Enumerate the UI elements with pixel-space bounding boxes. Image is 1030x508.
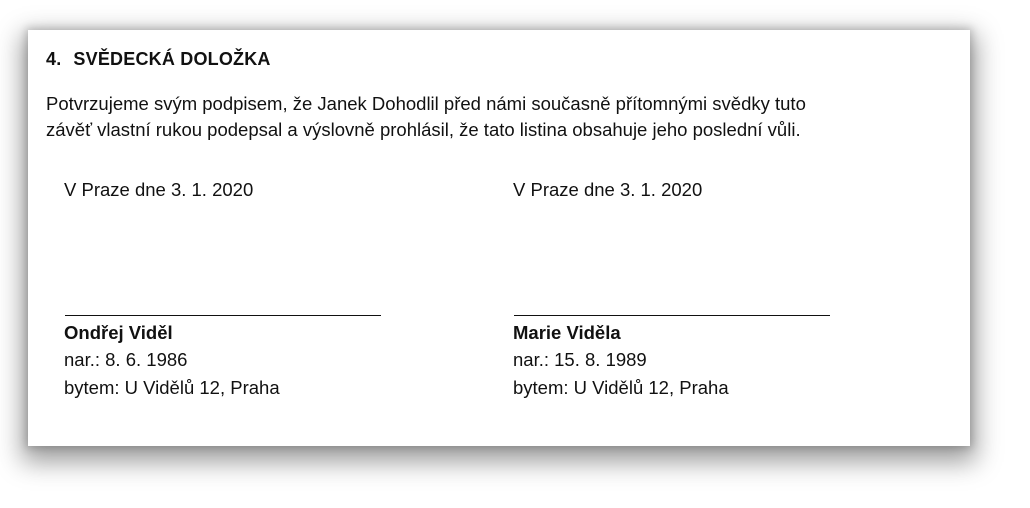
section-title: SVĚDECKÁ DOLOŽKA: [73, 49, 271, 69]
witness-birth-date: nar.: 15. 8. 1989: [513, 349, 647, 370]
witness-name: Ondřej Viděl: [64, 322, 173, 343]
clause-paragraph: Potvrzujeme svým podpisem, že Janek Doho…: [46, 91, 956, 143]
paragraph-line: závěť vlastní rukou podepsal a výslovně …: [46, 119, 801, 140]
place-date: V Praze dne 3. 1. 2020: [513, 179, 703, 200]
signature-line: [514, 315, 830, 316]
witness-block-1: V Praze dne 3. 1. 2020 Ondřej Viděl nar.…: [64, 177, 394, 398]
witness-birth-date: nar.: 8. 6. 1986: [64, 349, 188, 370]
witness-name: Marie Viděla: [513, 322, 621, 343]
section-heading: 4. SVĚDECKÁ DOLOŽKA: [46, 49, 271, 70]
place-date: V Praze dne 3. 1. 2020: [64, 179, 254, 200]
signature-line: [65, 315, 381, 316]
section-number: 4.: [46, 49, 62, 69]
witness-block-2: V Praze dne 3. 1. 2020 Marie Viděla nar.…: [513, 177, 843, 398]
document-page: 4. SVĚDECKÁ DOLOŽKA Potvrzujeme svým podp…: [28, 30, 970, 446]
witness-address: bytem: U Vidělů 12, Praha: [64, 377, 280, 398]
witness-address: bytem: U Vidělů 12, Praha: [513, 377, 729, 398]
paragraph-line: Potvrzujeme svým podpisem, že Janek Doho…: [46, 93, 806, 114]
